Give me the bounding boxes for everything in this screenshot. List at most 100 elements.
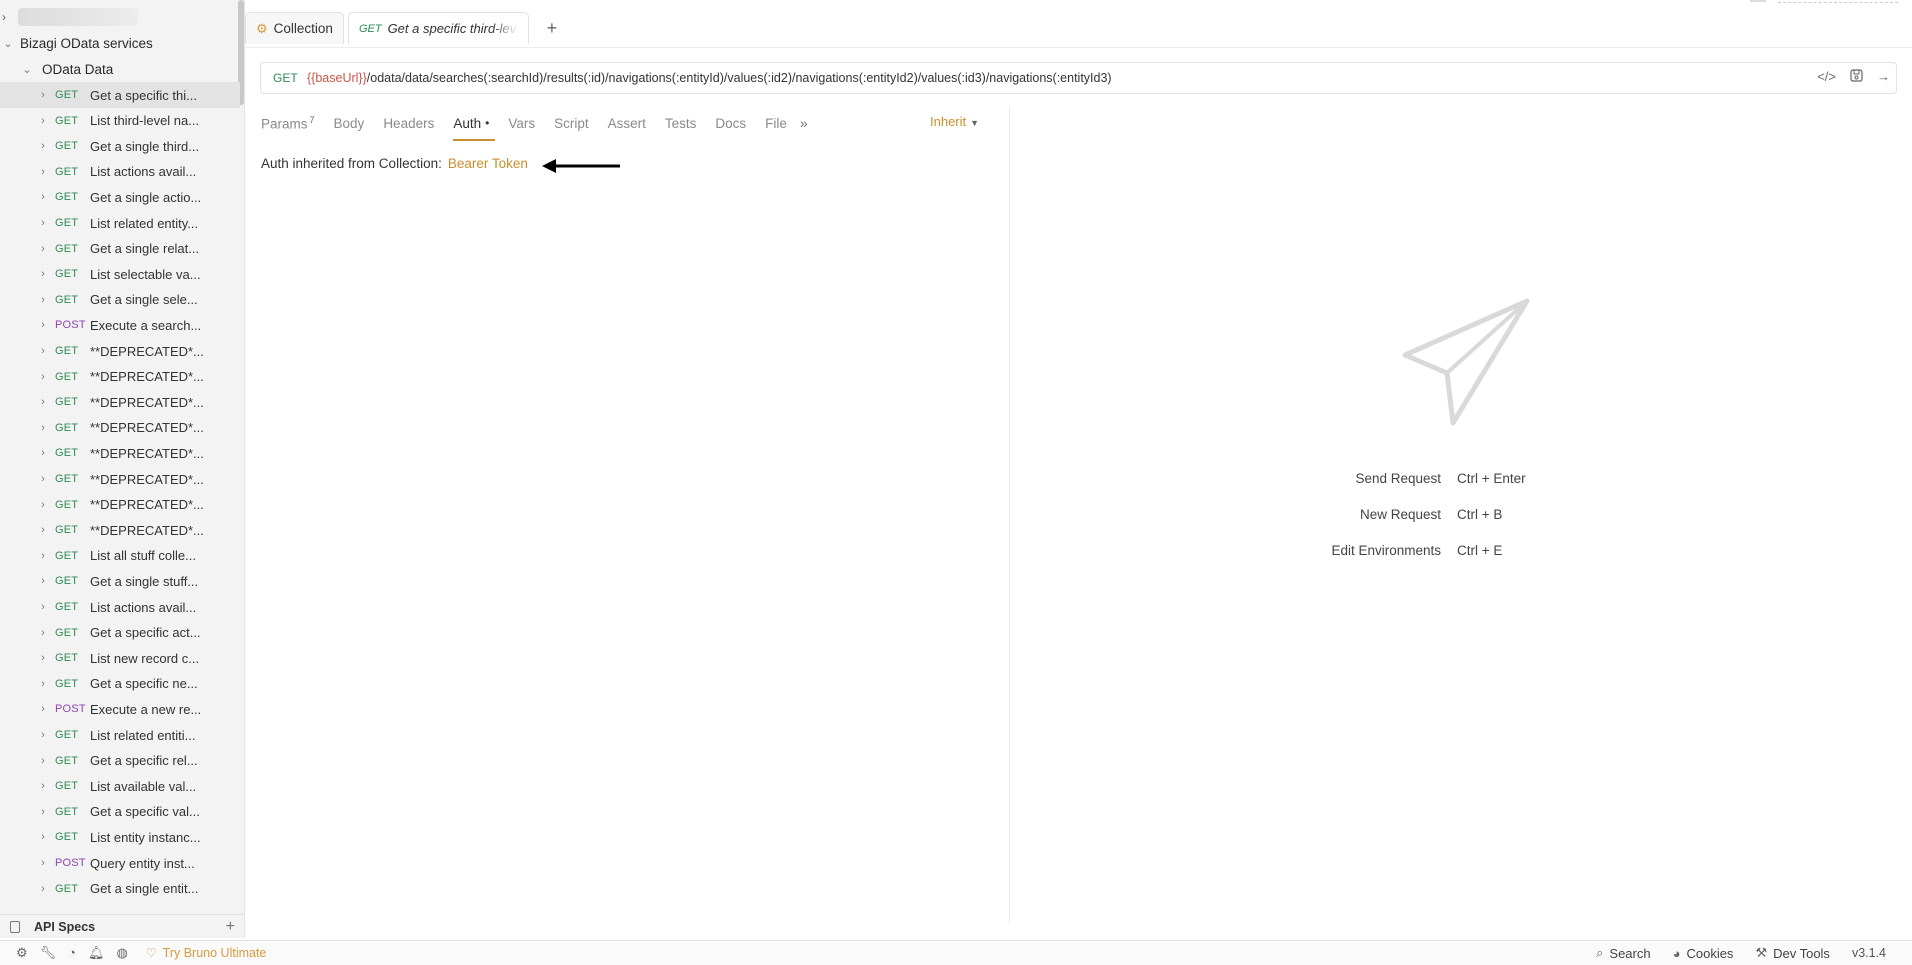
sidebar-request-item[interactable]: › GET **DEPRECATED*... bbox=[0, 440, 240, 466]
sidebar-request-item[interactable]: › GET Get a single relat... bbox=[0, 236, 240, 262]
request-method: GET bbox=[55, 754, 79, 767]
tab-bar: ⚙ Collection GET Get a specific third-le… bbox=[245, 10, 557, 46]
collapsed-collection[interactable]: › bbox=[0, 4, 240, 30]
sidebar-request-item[interactable]: › GET **DEPRECATED*... bbox=[0, 338, 240, 364]
tab-file[interactable]: File bbox=[765, 116, 787, 131]
sidebar-request-item[interactable]: › GET List selectable va... bbox=[0, 261, 240, 287]
request-method: POST bbox=[55, 703, 86, 716]
chevron-right-icon: › bbox=[41, 140, 45, 153]
chevron-right-icon: › bbox=[41, 319, 45, 332]
sidebar-request-item[interactable]: › GET Get a specific thi... bbox=[0, 82, 240, 108]
new-tab-icon[interactable]: + bbox=[547, 18, 558, 39]
sidebar-request-item[interactable]: › GET Get a specific ne... bbox=[0, 671, 240, 697]
url-method[interactable]: GET bbox=[273, 71, 307, 85]
collection-row[interactable]: ⌄ Bizagi OData services bbox=[0, 30, 240, 56]
tab-vars[interactable]: Vars bbox=[508, 116, 535, 131]
sidebar-request-item[interactable]: › GET Get a single stuff... bbox=[0, 568, 240, 594]
paper-plane-icon bbox=[1402, 298, 1530, 426]
folder-row[interactable]: ⌄ OData Data bbox=[0, 56, 240, 82]
sidebar-request-item[interactable]: › GET Get a single actio... bbox=[0, 184, 240, 210]
sidebar-request-item[interactable]: › GET **DEPRECATED*... bbox=[0, 492, 240, 518]
sidebar-request-item[interactable]: › GET List actions avail... bbox=[0, 159, 240, 185]
save-icon[interactable] bbox=[1850, 69, 1863, 85]
more-tabs-icon[interactable]: » bbox=[800, 115, 808, 131]
request-method: GET bbox=[55, 549, 79, 562]
tab-script[interactable]: Script bbox=[554, 116, 589, 131]
url-path: /odata/data/searches(:searchId)/results(… bbox=[366, 71, 1112, 85]
request-method: GET bbox=[55, 473, 79, 485]
heart-icon: ♡ bbox=[145, 946, 157, 960]
sidebar-request-item[interactable]: › GET List new record c... bbox=[0, 645, 240, 671]
sidebar-request-item[interactable]: › GET Get a single entit... bbox=[0, 876, 240, 902]
sidebar-request-item[interactable]: › GET Get a specific rel... bbox=[0, 748, 240, 774]
try-ultimate-link[interactable]: ♡ Try Bruno Ultimate bbox=[146, 946, 267, 960]
request-name: **DEPRECATED*... bbox=[90, 522, 204, 538]
chevron-right-icon: › bbox=[41, 524, 45, 537]
chevron-right-icon: › bbox=[41, 447, 45, 460]
request-method: GET bbox=[55, 268, 79, 281]
request-name: Get a single stuff... bbox=[90, 573, 199, 589]
url-bar[interactable]: GET {{baseUrl}} /odata/data/searches(:se… bbox=[260, 62, 1897, 94]
sidebar-request-item[interactable]: › GET Get a specific act... bbox=[0, 620, 240, 646]
sidebar-request-item[interactable]: › GET **DEPRECATED*... bbox=[0, 466, 240, 492]
sidebar-request-item[interactable]: › GET **DEPRECATED*... bbox=[0, 364, 240, 390]
try-ultimate-label: Try Bruno Ultimate bbox=[162, 946, 267, 960]
search-button[interactable]: ⌕ Search bbox=[1596, 945, 1650, 961]
sidebar-request-item[interactable]: › GET **DEPRECATED*... bbox=[0, 389, 240, 415]
url-variable: {{baseUrl}} bbox=[307, 71, 367, 85]
pane-divider[interactable] bbox=[1009, 108, 1010, 923]
sidebar-request-item[interactable]: › GET List related entity... bbox=[0, 210, 240, 236]
send-arrow-icon[interactable]: → bbox=[1877, 69, 1890, 85]
tab-auth[interactable]: Auth • bbox=[453, 116, 496, 141]
sidebar-request-item[interactable]: › POST Execute a new re... bbox=[0, 696, 240, 722]
palette-icon[interactable]: ◔ bbox=[68, 945, 76, 961]
cookies-button[interactable]: ◕ Cookies bbox=[1673, 946, 1734, 961]
sidebar-request-item[interactable]: › GET List actions avail... bbox=[0, 594, 240, 620]
sidebar-request-item[interactable]: › POST Execute a search... bbox=[0, 312, 240, 338]
chevron-right-icon: › bbox=[41, 473, 45, 485]
request-name: List available val... bbox=[90, 778, 197, 794]
auth-type-link[interactable]: Bearer Token bbox=[448, 156, 528, 171]
github-icon[interactable]: ◍ bbox=[117, 945, 128, 961]
chevron-right-icon: › bbox=[41, 549, 45, 562]
chevron-right-icon: › bbox=[41, 882, 45, 895]
sidebar-request-item[interactable]: › GET Get a specific val... bbox=[0, 799, 240, 825]
bell-icon[interactable]: 🔔︎ bbox=[88, 945, 105, 961]
request-method: GET bbox=[55, 882, 79, 895]
add-api-spec-icon[interactable]: + bbox=[226, 918, 235, 936]
sidebar-request-item[interactable]: › GET Get a single sele... bbox=[0, 287, 240, 313]
request-tabs: Params 7 Body Headers Auth • Vars Script A… bbox=[261, 110, 808, 141]
sidebar-request-item[interactable]: › GET List all stuff colle... bbox=[0, 543, 240, 569]
sidebar-request-item[interactable]: › GET List related entiti... bbox=[0, 722, 240, 748]
sidebar-request-item[interactable]: › GET List entity instanc... bbox=[0, 824, 240, 850]
tab-tests[interactable]: Tests bbox=[665, 116, 697, 131]
request-name: List actions avail... bbox=[90, 599, 197, 615]
tab-collection[interactable]: ⚙ Collection bbox=[245, 12, 344, 44]
auth-mode-label: Inherit bbox=[930, 114, 967, 129]
api-specs-section[interactable]: API Specs + bbox=[0, 914, 244, 938]
sidebar-request-item[interactable]: › GET Get a single third... bbox=[0, 133, 240, 159]
sidebar-request-item[interactable]: › GET **DEPRECATED*... bbox=[0, 415, 240, 441]
chevron-right-icon: › bbox=[41, 601, 45, 613]
tab-params[interactable]: Params 7 bbox=[261, 115, 315, 132]
tab-body[interactable]: Body bbox=[334, 116, 365, 131]
sidebar-request-item[interactable]: › GET **DEPRECATED*... bbox=[0, 517, 240, 543]
dev-tools-button[interactable]: ⚒ Dev Tools bbox=[1755, 945, 1830, 961]
tab-assert[interactable]: Assert bbox=[608, 116, 646, 131]
chevron-right-icon: › bbox=[41, 729, 45, 741]
tab-request[interactable]: GET Get a specific third-level bbox=[347, 12, 529, 44]
request-method: GET bbox=[55, 165, 79, 178]
window-control-area bbox=[1778, 0, 1898, 3]
sidebar-request-item[interactable]: › GET List third-level na... bbox=[0, 108, 240, 134]
wrench-icon[interactable]: 🔧︎ bbox=[40, 945, 57, 961]
settings-gear-icon[interactable]: ⚙ bbox=[16, 945, 28, 961]
sidebar-request-item[interactable]: › POST Query entity inst... bbox=[0, 850, 240, 876]
code-icon[interactable]: </> bbox=[1817, 69, 1836, 85]
request-method: GET bbox=[55, 345, 79, 357]
tab-docs[interactable]: Docs bbox=[715, 116, 746, 131]
tab-headers[interactable]: Headers bbox=[383, 116, 434, 131]
chevron-right-icon: › bbox=[41, 780, 45, 793]
auth-mode-dropdown[interactable]: Inherit ▼ bbox=[930, 114, 979, 129]
sidebar-request-item[interactable]: › GET List available val... bbox=[0, 773, 240, 799]
request-name: List new record c... bbox=[90, 650, 200, 666]
